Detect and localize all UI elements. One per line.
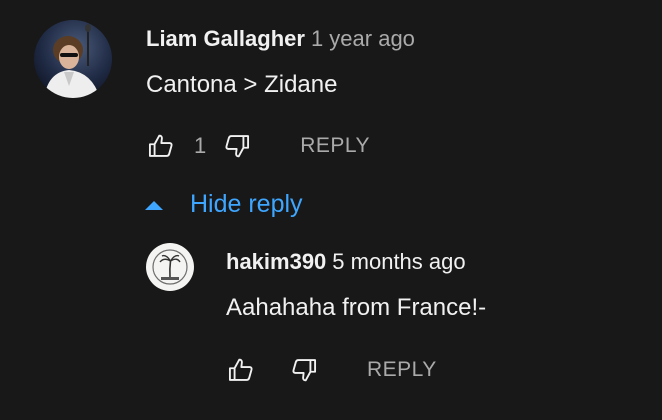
comment-author[interactable]: Liam Gallagher bbox=[146, 26, 305, 51]
comment-text: Cantona > Zidane bbox=[146, 71, 338, 98]
like-button[interactable] bbox=[146, 131, 176, 161]
comment-timestamp[interactable]: 1 year ago bbox=[311, 26, 415, 51]
hide-replies-button[interactable]: Hide reply bbox=[144, 190, 303, 219]
thumbs-up-icon bbox=[228, 358, 253, 381]
caret-up-icon bbox=[145, 200, 163, 210]
thumbs-down-icon bbox=[225, 135, 250, 158]
reply-actions: REPLY bbox=[226, 355, 437, 385]
comment-thread: Liam Gallagher 1 year ago Cantona > Zidan… bbox=[0, 0, 662, 420]
like-count: 1 bbox=[194, 133, 207, 158]
comment-header: Liam Gallagher 1 year ago bbox=[146, 25, 415, 53]
thumbs-down-icon bbox=[292, 359, 317, 382]
reply-reply-button[interactable]: REPLY bbox=[367, 358, 437, 382]
dislike-button[interactable] bbox=[222, 131, 252, 161]
reply-header: hakim390 5 months ago bbox=[226, 248, 466, 276]
reply-avatar[interactable] bbox=[146, 243, 194, 291]
thumbs-up-icon bbox=[148, 134, 173, 157]
avatar-image bbox=[146, 243, 194, 291]
reply-text: Aahahaha from France!- bbox=[226, 294, 487, 321]
avatar-image bbox=[34, 20, 112, 98]
avatar[interactable] bbox=[34, 20, 112, 98]
reply-author[interactable]: hakim390 bbox=[226, 249, 326, 274]
reply-like-button[interactable] bbox=[226, 355, 256, 385]
comment-actions: 1 REPLY bbox=[146, 131, 370, 161]
hide-replies-label: Hide reply bbox=[190, 190, 303, 218]
reply-button[interactable]: REPLY bbox=[300, 134, 370, 158]
reply-timestamp[interactable]: 5 months ago bbox=[332, 249, 465, 274]
reply-dislike-button[interactable] bbox=[289, 355, 319, 385]
